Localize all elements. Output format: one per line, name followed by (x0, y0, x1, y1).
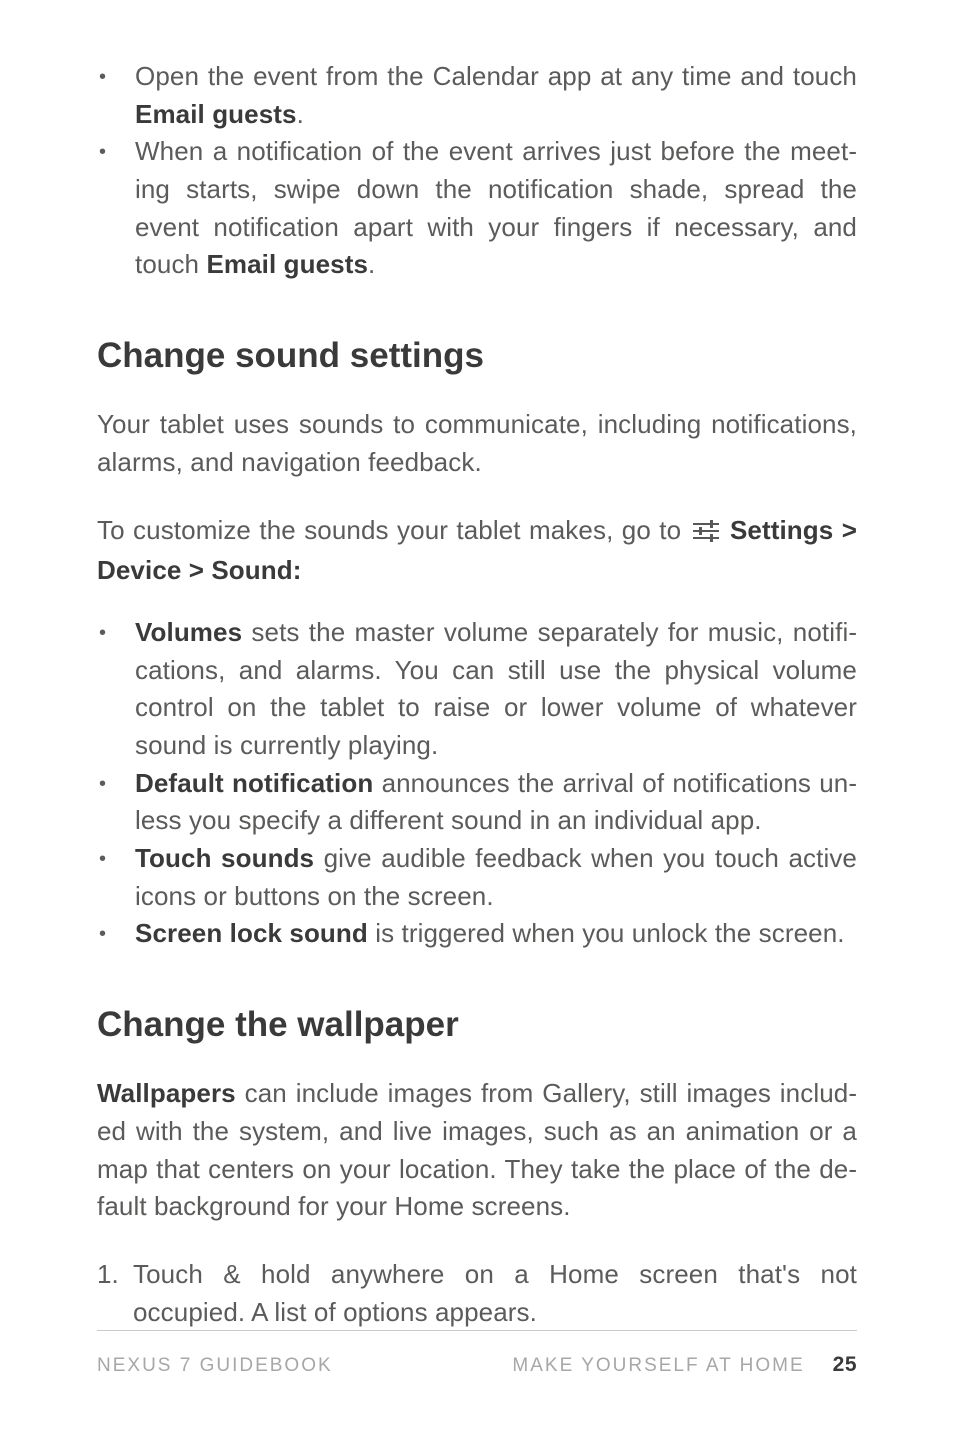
list-item-content: When a notification of the event arrives… (135, 133, 857, 284)
footer-line: NEXUS 7 GUIDEBOOK MAKE YOURSELF AT HOME … (97, 1353, 857, 1377)
list-item-content: Default notification announces the arriv… (135, 765, 857, 840)
wallpaper-steps-list: 1. Touch & hold anywhere on a Home scree… (97, 1256, 857, 1331)
bullet-marker: • (97, 915, 135, 953)
bold-text: Email guests (206, 249, 368, 279)
bullet-marker: • (97, 840, 135, 878)
paragraph: To customize the sounds your tablet make… (97, 512, 857, 590)
list-item-content: Open the event from the Calendar app at … (135, 58, 857, 133)
bold-text: Touch sounds (135, 843, 314, 873)
list-item-content: Volumes sets the master volume separatel… (135, 614, 857, 765)
bullet-marker: • (97, 58, 135, 96)
paragraph: Wallpapers can include images from Galle… (97, 1075, 857, 1226)
page-footer: NEXUS 7 GUIDEBOOK MAKE YOURSELF AT HOME … (97, 1330, 857, 1377)
bold-text: Wallpapers (97, 1078, 236, 1108)
bullet-marker: • (97, 765, 135, 803)
list-item: • Volumes sets the master volume separat… (97, 614, 857, 765)
bold-text: Email guests (135, 99, 297, 129)
footer-divider (97, 1330, 857, 1331)
document-page: • Open the event from the Calendar app a… (0, 0, 954, 1435)
text: . (368, 249, 375, 279)
paragraph: Your tablet uses sounds to communicate, … (97, 406, 857, 481)
text: sets the master volume separately for mu… (135, 617, 857, 760)
top-bullet-list: • Open the event from the Calendar app a… (97, 58, 857, 284)
bold-text: Volumes (135, 617, 242, 647)
list-item: • Open the event from the Calendar app a… (97, 58, 857, 133)
bold-text: Default notification (135, 768, 373, 798)
list-item: • Default notification announces the arr… (97, 765, 857, 840)
footer-book-title: NEXUS 7 GUIDEBOOK (97, 1355, 333, 1377)
list-item-content: Touch sounds give audible feedback when … (135, 840, 857, 915)
list-item: • When a notification of the event arriv… (97, 133, 857, 284)
sound-settings-list: • Volumes sets the master volume separat… (97, 614, 857, 954)
list-item-content: Touch & hold anywhere on a Home screen t… (133, 1256, 857, 1331)
heading-change-the-wallpaper: Change the wallpaper (97, 1005, 857, 1045)
list-item: 1. Touch & hold anywhere on a Home scree… (97, 1256, 857, 1331)
heading-change-sound-settings: Change sound settings (97, 336, 857, 376)
bold-text: Screen lock sound (135, 918, 368, 948)
bullet-marker: • (97, 614, 135, 652)
page-number: 25 (833, 1353, 857, 1377)
bullet-marker: • (97, 133, 135, 171)
list-item-content: Screen lock sound is triggered when you … (135, 915, 857, 953)
text: is triggered when you unlock the screen. (368, 918, 845, 948)
text: . (297, 99, 304, 129)
footer-chapter-title: MAKE YOURSELF AT HOME (512, 1355, 804, 1377)
text: To customize the sounds your tablet make… (97, 515, 690, 545)
list-item: • Screen lock sound is triggered when yo… (97, 915, 857, 953)
settings-sliders-icon (693, 515, 719, 553)
footer-right-group: MAKE YOURSELF AT HOME 25 (512, 1353, 857, 1377)
text: Open the event from the Calendar app at … (135, 61, 857, 91)
list-item: • Touch sounds give audible feedback whe… (97, 840, 857, 915)
number-marker: 1. (97, 1256, 133, 1294)
